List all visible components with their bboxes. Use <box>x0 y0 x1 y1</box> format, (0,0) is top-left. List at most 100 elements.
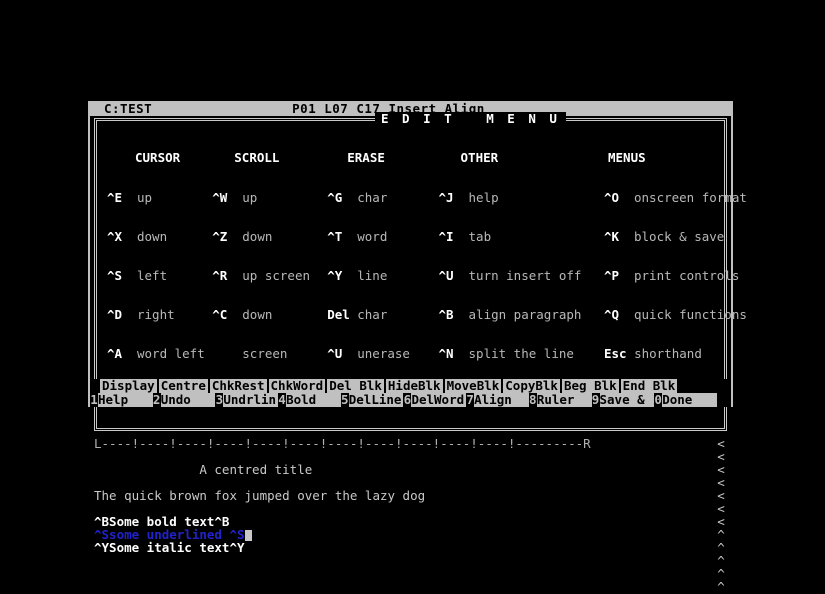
help-heading-erase: ERASE <box>347 150 385 165</box>
help-key: ^U <box>438 268 454 283</box>
fkey-label: Undo <box>160 392 214 407</box>
help-key: ^K <box>604 229 620 244</box>
fkey-help[interactable]: 1 Help <box>90 393 153 407</box>
fkey-label: DelWord <box>411 392 465 407</box>
help-entry: Esc shorthand <box>604 347 724 360</box>
help-desc: down <box>242 307 273 322</box>
help-key: ^J <box>438 190 454 205</box>
help-desc: tab <box>468 229 492 244</box>
help-desc: char <box>357 307 388 322</box>
help-desc: turn insert off <box>468 268 582 283</box>
help-key: ^Q <box>604 307 620 322</box>
fkey-number: 4 <box>278 392 287 407</box>
document-title-line: A centred title <box>94 462 313 477</box>
fkey-done[interactable]: 0 Done <box>654 393 717 407</box>
fkey-undrlin[interactable]: 3 Undrlin <box>215 392 279 407</box>
help-entry: ^G char <box>327 191 438 204</box>
margin-marker: ^ <box>717 566 725 581</box>
function-key-row-shifted: Display Centre ChkRest ChkWord Del Blk H… <box>90 379 731 393</box>
help-desc: up screen <box>242 268 310 283</box>
fkey-copyblk[interactable]: CopyBlk <box>503 379 560 393</box>
help-entry: ^P print controls <box>604 269 739 282</box>
underline-text: ^Ssome underlined ^S <box>94 527 245 542</box>
help-entry: ^O onscreen format <box>604 190 747 205</box>
help-key <box>212 347 242 360</box>
help-key: ^U <box>327 346 343 361</box>
help-key: ^X <box>107 229 123 244</box>
help-desc: screen <box>242 346 288 361</box>
fkey-label: DelLine <box>348 392 402 407</box>
help-entry: ^B align paragraph <box>439 308 604 321</box>
help-desc: align paragraph <box>468 307 582 322</box>
fkey-number: 3 <box>215 392 224 407</box>
fkey-end-blk[interactable]: End Blk <box>620 379 678 393</box>
fkey-save[interactable]: 9 Save & <box>591 392 655 407</box>
fkey-ruler[interactable]: 8 Ruler <box>528 393 592 407</box>
fkey-delline[interactable]: 5 DelLine <box>340 392 404 407</box>
help-entry: ^C down <box>212 308 327 321</box>
fkey-centre[interactable]: Centre <box>158 379 208 393</box>
fkey-label: Align <box>474 392 527 407</box>
fkey-align[interactable]: 7 Align <box>466 393 529 407</box>
fkey-label: Help <box>98 392 151 407</box>
help-entry: ^Q quick functions <box>604 307 747 322</box>
fkey-label: Save & <box>599 392 653 407</box>
help-key: ^O <box>604 190 620 205</box>
fkey-number: 7 <box>466 392 475 407</box>
help-desc: word <box>357 229 388 244</box>
help-key: ^Z <box>212 229 228 244</box>
help-heading-menus: MENUS <box>608 150 646 165</box>
help-desc: word left <box>137 346 205 361</box>
document-italic-line: ^YSome italic text^Y <box>94 540 245 555</box>
fkey-chkrest[interactable]: ChkRest <box>209 379 267 393</box>
fkey-del-blk[interactable]: Del Blk <box>327 379 384 393</box>
help-entry: ^K block & save <box>604 230 724 243</box>
fkey-number: 1 <box>90 392 98 407</box>
help-entry: ^U turn insert off <box>439 269 604 282</box>
margin-marker: < <box>717 501 725 516</box>
help-desc: unerase <box>357 346 410 361</box>
help-desc: right <box>137 307 175 322</box>
fkey-moveblk[interactable]: MoveBlk <box>444 379 502 393</box>
fkey-beg-blk[interactable]: Beg Blk <box>561 379 619 393</box>
text-cursor <box>244 530 252 541</box>
help-desc: block & save <box>634 229 725 244</box>
help-key: ^E <box>107 190 123 205</box>
help-key: ^W <box>212 190 228 205</box>
help-heading-scroll: SCROLL <box>234 150 280 165</box>
help-entry: ^J help <box>439 191 604 204</box>
help-desc: up <box>242 190 258 205</box>
document-area[interactable]: L----!----!----!----!----!----!----!----… <box>90 437 731 593</box>
fkey-chkword[interactable]: ChkWord <box>268 379 326 393</box>
help-entry: ^U unerase <box>327 347 438 360</box>
fkey-display[interactable]: Display <box>100 379 157 393</box>
fkey-undo[interactable]: 2 Undo <box>152 392 216 407</box>
help-desc: down <box>242 229 273 244</box>
help-desc: shorthand <box>634 346 702 361</box>
help-key: ^I <box>438 229 454 244</box>
ruler-line[interactable]: L----!----!----!----!----!----!----!----… <box>94 437 731 450</box>
help-entry: ^R up screen <box>212 269 327 282</box>
help-heading-cursor: CURSOR <box>135 150 181 165</box>
fkey-bold[interactable]: 4 Bold <box>278 393 341 407</box>
fkey-hideblk[interactable]: HideBlk <box>385 379 443 393</box>
help-desc: onscreen format <box>634 190 747 205</box>
help-key: ^N <box>438 346 454 361</box>
margin-marker: ^ <box>717 579 725 594</box>
help-desc: char <box>357 190 388 205</box>
margin-marker: ^ <box>717 553 725 568</box>
help-key: ^T <box>327 229 343 244</box>
help-entry: ^I tab <box>439 230 604 243</box>
help-desc: down <box>137 229 168 244</box>
margin-marker-column: < < < < < < < ^ ^ ^ ^ ^ <box>715 437 727 593</box>
fkey-delword[interactable]: 6 DelWord <box>403 392 467 407</box>
margin-marker: ^ <box>717 527 725 542</box>
fkey-number: 5 <box>340 392 349 407</box>
function-key-bars: Display Centre ChkRest ChkWord Del Blk H… <box>90 379 731 407</box>
help-desc: split the line <box>468 346 574 361</box>
help-entry: ^N split the line <box>439 347 604 360</box>
help-heading-other: OTHER <box>460 150 499 165</box>
fkey-label: Bold <box>286 392 339 407</box>
help-key: Esc <box>604 346 627 361</box>
